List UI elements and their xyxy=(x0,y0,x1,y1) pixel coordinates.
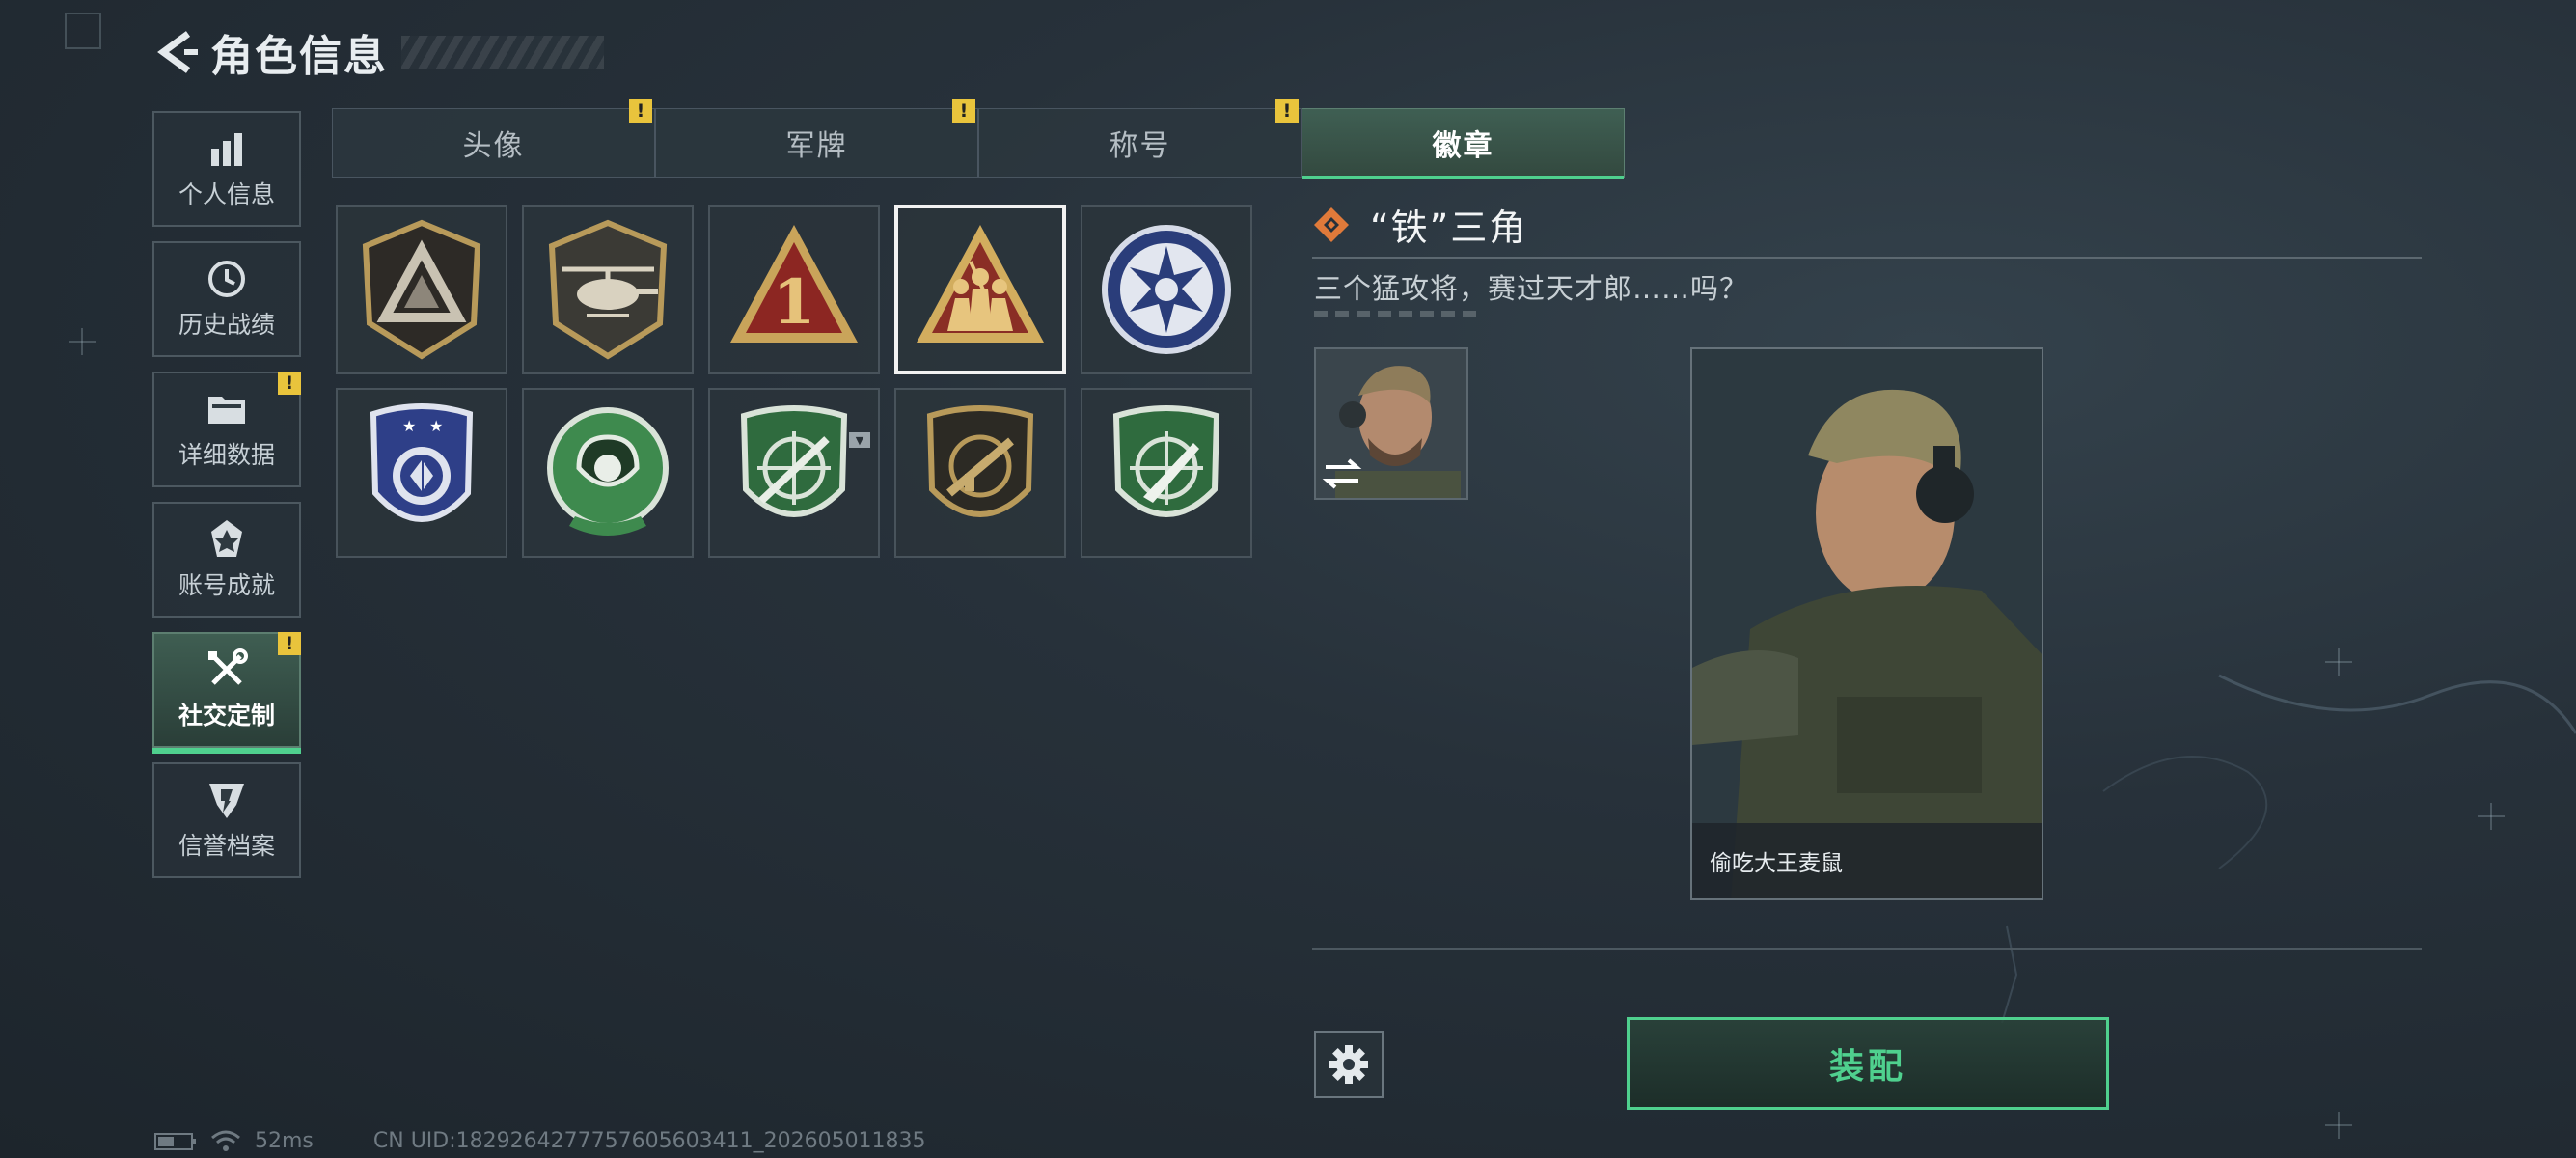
bar-chart-icon xyxy=(211,133,242,166)
tab-dogtag[interactable]: 军牌 ! xyxy=(655,99,978,178)
alert-badge: ! xyxy=(629,99,652,123)
badge-detail-header: “铁”三角 xyxy=(1312,198,1527,251)
badge-name: “铁”三角 xyxy=(1370,207,1528,249)
wifi-icon xyxy=(211,1130,240,1151)
back-arrow-icon xyxy=(157,31,198,73)
knife-crosshair-badge-icon xyxy=(1112,405,1220,517)
alert-badge: ! xyxy=(278,372,301,395)
shield-icon xyxy=(209,784,244,818)
sidebar: 个人信息 历史战绩 ! 详细数据 账号成就 ! 社交定制 信誉档案 xyxy=(152,111,301,893)
badge-cell-selected[interactable] xyxy=(894,205,1066,374)
police-shield-badge-icon: ★ ★ xyxy=(370,403,474,522)
clock-icon xyxy=(208,261,245,297)
tab-badge[interactable]: 徽章 xyxy=(1302,108,1625,179)
medal-icon xyxy=(211,520,242,557)
badge-cell[interactable] xyxy=(894,388,1066,558)
sidebar-item-label: 账号成就 xyxy=(178,571,275,599)
svg-text:1: 1 xyxy=(773,266,816,339)
tab-bar: 头像 ! 军牌 ! 称号 ! 徽章 xyxy=(332,99,1625,179)
divider xyxy=(1312,257,2422,259)
alert-badge: ! xyxy=(1275,99,1299,123)
badge-cell[interactable] xyxy=(1081,205,1252,374)
tab-avatar[interactable]: 头像 ! xyxy=(332,99,655,178)
sidebar-item-label: 社交定制 xyxy=(178,702,275,730)
settings-button[interactable] xyxy=(1314,1031,1384,1098)
sidebar-item-social-custom[interactable]: ! 社交定制 xyxy=(152,632,301,754)
ping-value: 52ms xyxy=(255,1129,314,1153)
sidebar-item-reputation[interactable]: 信誉档案 xyxy=(152,762,301,878)
swap-icon xyxy=(1322,458,1362,489)
divider xyxy=(1312,948,2422,950)
badge-cell[interactable] xyxy=(522,388,694,558)
description-decoration xyxy=(1314,311,1476,317)
diamond-icon xyxy=(1314,207,1349,242)
badge-description: 三个猛攻将，赛过天才郎……吗？ xyxy=(1314,272,1749,305)
battery-icon xyxy=(154,1132,196,1150)
back-button[interactable] xyxy=(152,21,201,83)
tools-icon xyxy=(208,648,248,685)
helicopter-badge-icon xyxy=(548,219,668,360)
folder-icon xyxy=(208,397,245,424)
uid-text: CN UID:1829264277757605603411_2026050118… xyxy=(372,1129,926,1153)
badge-cell[interactable] xyxy=(336,205,507,374)
rifle-crosshair-badge-icon xyxy=(926,405,1034,517)
character-illustration-icon xyxy=(1692,349,2042,898)
gear-icon xyxy=(1329,1045,1368,1084)
badge-cell[interactable]: 1 xyxy=(708,205,880,374)
sidebar-item-history[interactable]: 历史战绩 xyxy=(152,241,301,357)
badge-cell[interactable] xyxy=(1081,388,1252,558)
iron-triangle-soldiers-badge-icon xyxy=(917,225,1044,343)
number-one-triangle-badge-icon: 1 xyxy=(730,225,858,343)
page-title: 角色信息 xyxy=(210,32,388,81)
equip-button-label: 装配 xyxy=(1828,1047,1906,1087)
tab-label: 军牌 xyxy=(785,129,848,163)
screen: 角色信息 个人信息 历史战绩 ! 详细数据 账号成就 ! 社交定制 信誉档案 头… xyxy=(0,0,2576,1158)
badge-cell[interactable]: ★ ★ xyxy=(336,388,507,558)
svg-text:★: ★ xyxy=(429,417,443,435)
star-seal-badge-icon xyxy=(1102,225,1231,354)
triangle-shield-badge-icon xyxy=(362,219,481,360)
sidebar-item-personal-info[interactable]: 个人信息 xyxy=(152,111,301,227)
character-card: 偷吃大王麦鼠 xyxy=(1690,347,2043,900)
pearl-shell-badge-icon xyxy=(547,407,669,536)
alert-badge: ! xyxy=(952,99,975,123)
sidebar-item-label: 详细数据 xyxy=(178,441,275,469)
equip-button[interactable]: 装配 xyxy=(1627,1017,2109,1110)
title-decoration xyxy=(401,36,604,69)
tab-label: 称号 xyxy=(1109,129,1171,163)
tab-label: 头像 xyxy=(462,129,525,163)
sidebar-item-achievements[interactable]: 账号成就 xyxy=(152,502,301,618)
avatar-thumbnail[interactable] xyxy=(1314,347,1468,500)
svg-text:★: ★ xyxy=(402,417,416,435)
sidebar-item-label: 个人信息 xyxy=(178,180,275,208)
lock-tag-icon: ▼ xyxy=(849,432,870,448)
badge-cell[interactable] xyxy=(522,205,694,374)
sidebar-item-detailed-data[interactable]: ! 详细数据 xyxy=(152,372,301,487)
page-header: 角色信息 xyxy=(152,21,604,83)
character-name: 偷吃大王麦鼠 xyxy=(1692,823,2042,898)
tab-title[interactable]: 称号 ! xyxy=(978,99,1302,178)
tab-label: 徽章 xyxy=(1432,129,1494,163)
badge-cell[interactable]: ▼ xyxy=(708,388,880,558)
sidebar-item-label: 历史战绩 xyxy=(178,311,275,339)
badge-grid: 1 ★ ★ ▼ xyxy=(336,205,1252,558)
alert-badge: ! xyxy=(278,632,301,655)
sniper-rifle-badge-icon xyxy=(740,405,848,517)
status-bar: 52ms CN UID:1829264277757605603411_20260… xyxy=(154,1129,926,1153)
sidebar-item-label: 信誉档案 xyxy=(178,832,275,860)
